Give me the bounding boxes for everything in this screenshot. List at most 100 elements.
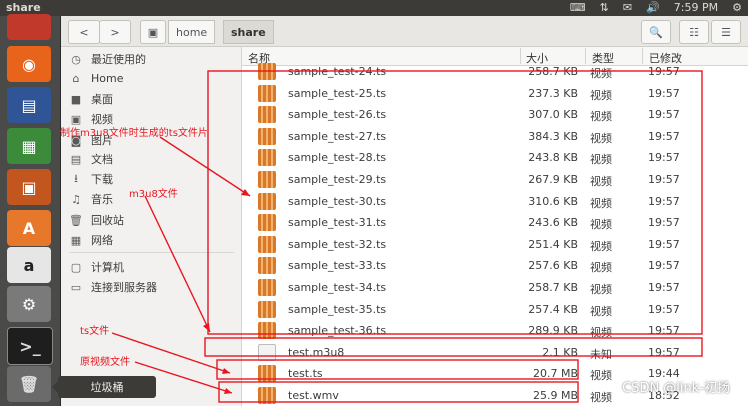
- network-icon[interactable]: ⇅: [600, 1, 609, 14]
- file-modified: 19:57: [648, 324, 680, 338]
- file-row[interactable]: sample_test-35.ts 257.4 KB 视频 19:57: [242, 299, 748, 320]
- file-modified: 19:57: [648, 151, 680, 165]
- impress-icon[interactable]: ▣: [7, 169, 51, 205]
- software-center-icon[interactable]: A: [7, 210, 51, 246]
- top-panel: share ⌨ ⇅ ✉ 🔊 7:59 PM ⚙: [0, 0, 748, 16]
- sidebar-item-connect-server[interactable]: ▭ 连接到服务器: [69, 278, 157, 296]
- file-type: 视频: [590, 218, 612, 232]
- menu-icon[interactable]: ☰: [711, 20, 741, 44]
- mail-icon[interactable]: ✉: [623, 1, 632, 14]
- document-icon: ▤: [70, 152, 82, 166]
- window-title: share: [6, 1, 41, 14]
- file-type: 视频: [590, 391, 612, 404]
- file-type: 视频: [590, 110, 612, 124]
- clock-icon: ◷: [71, 52, 81, 66]
- sidebar-item-label: 音乐: [91, 193, 113, 206]
- file-type: 视频: [590, 283, 612, 296]
- keyboard-icon[interactable]: ⌨: [570, 1, 586, 14]
- file-size: 257.4 KB: [528, 302, 578, 316]
- terminal-icon[interactable]: >_: [7, 327, 53, 365]
- file-size: 237.3 KB: [528, 86, 578, 100]
- trash-icon: 🗑: [69, 213, 83, 227]
- file-size: 307.0 KB: [528, 108, 578, 122]
- file-row[interactable]: sample_test-33.ts 257.6 KB 视频 19:57: [242, 255, 748, 276]
- breadcrumb-home[interactable]: home: [168, 20, 216, 44]
- sidebar-item-network[interactable]: ▦ 网络: [69, 231, 113, 249]
- file-type: 未知: [590, 347, 612, 361]
- file-type: 视频: [590, 88, 612, 102]
- file-row[interactable]: sample_test-36.ts 289.9 KB 视频 19:57: [242, 320, 748, 341]
- file-row[interactable]: sample_test-34.ts 258.7 KB 视频 19:57: [242, 277, 748, 298]
- annotation-ts-file: ts文件: [80, 326, 110, 337]
- file-type: 视频: [590, 326, 612, 340]
- file-size: 384.3 KB: [528, 129, 578, 143]
- file-row[interactable]: test.m3u8 2.1 KB 未知 19:57: [242, 342, 748, 363]
- file-row[interactable]: sample_test-31.ts 243.6 KB 视频 19:57: [242, 212, 748, 233]
- video-file-icon: [258, 387, 276, 404]
- sidebar-item-label: 回收站: [91, 214, 124, 227]
- sidebar-item-label: Home: [91, 71, 124, 85]
- sidebar-item-label: 计算机: [91, 261, 124, 274]
- file-row[interactable]: sample_test-28.ts 243.8 KB 视频 19:57: [242, 147, 748, 168]
- sidebar-item-music[interactable]: ♫ 音乐: [69, 190, 113, 208]
- sidebar-item-desktop[interactable]: ■ 桌面: [69, 90, 113, 108]
- dash-icon[interactable]: [7, 14, 51, 40]
- location-toggle-icon[interactable]: ▣: [140, 20, 166, 44]
- amazon-icon[interactable]: a: [7, 247, 51, 283]
- power-icon[interactable]: ⚙: [732, 1, 742, 14]
- sidebar-item-trash[interactable]: 🗑 回收站: [69, 211, 124, 229]
- file-type: 视频: [590, 261, 612, 275]
- trash-launcher-icon[interactable]: 🗑: [7, 366, 51, 402]
- video-file-icon: [258, 365, 276, 383]
- breadcrumb-share[interactable]: share: [223, 20, 274, 44]
- list-view-icon[interactable]: ☷: [679, 20, 709, 44]
- file-row[interactable]: sample_test-24.ts 258.7 KB 视频 19:57: [242, 61, 748, 82]
- file-row[interactable]: sample_test-25.ts 237.3 KB 视频 19:57: [242, 83, 748, 104]
- file-name: sample_test-34.ts: [288, 281, 387, 294]
- file-name: sample_test-33.ts: [288, 259, 387, 273]
- sidebar-divider: [69, 252, 234, 253]
- file-row[interactable]: sample_test-29.ts 267.9 KB 视频 19:57: [242, 169, 748, 190]
- file-modified: 19:57: [648, 194, 680, 208]
- sidebar-item-label: 下载: [91, 173, 113, 186]
- file-row[interactable]: sample_test-30.ts 310.6 KB 视频 19:57: [242, 191, 748, 212]
- sidebar-item-computer[interactable]: ▢ 计算机: [69, 258, 124, 276]
- video-file-icon: [258, 257, 276, 275]
- file-row[interactable]: sample_test-26.ts 307.0 KB 视频 19:57: [242, 104, 748, 125]
- clock-text[interactable]: 7:59 PM: [674, 1, 718, 14]
- system-tray: ⌨ ⇅ ✉ 🔊 7:59 PM ⚙: [570, 1, 742, 14]
- file-row[interactable]: sample_test-32.ts 251.4 KB 视频 19:57: [242, 234, 748, 255]
- settings-icon[interactable]: ⚙: [7, 286, 51, 322]
- computer-icon: ▢: [70, 260, 82, 274]
- file-size: 243.8 KB: [528, 151, 578, 165]
- sidebar-item-label: 连接到服务器: [91, 281, 157, 294]
- annotation-source-video: 原视频文件: [80, 357, 130, 368]
- file-name: sample_test-31.ts: [288, 216, 387, 230]
- file-modified: 19:57: [648, 65, 680, 78]
- desktop-icon: ■: [70, 92, 82, 106]
- file-row[interactable]: sample_test-27.ts 384.3 KB 视频 19:57: [242, 126, 748, 147]
- calc-icon[interactable]: ▦: [7, 128, 51, 164]
- firefox-icon[interactable]: ◉: [7, 46, 51, 82]
- file-name: sample_test-30.ts: [288, 194, 387, 208]
- volume-icon[interactable]: 🔊: [646, 1, 660, 14]
- sidebar-item-downloads[interactable]: ⭳ 下载: [69, 170, 113, 188]
- annotation-m3u8: m3u8文件: [129, 189, 178, 200]
- sidebar-item-recent[interactable]: ◷ 最近使用的: [69, 50, 146, 68]
- file-name: test.wmv: [288, 389, 339, 402]
- writer-icon[interactable]: ▤: [7, 87, 51, 123]
- back-button[interactable]: <: [68, 20, 100, 44]
- sidebar-item-label: 文档: [91, 153, 113, 166]
- forward-button[interactable]: >: [99, 20, 131, 44]
- file-modified: 19:57: [648, 216, 680, 230]
- file-name: sample_test-28.ts: [288, 151, 387, 165]
- video-file-icon: [258, 235, 276, 253]
- file-name: sample_test-26.ts: [288, 108, 387, 122]
- sidebar-item-home[interactable]: ⌂ Home: [69, 69, 124, 87]
- file-type: 视频: [590, 67, 612, 80]
- sidebar-item-documents[interactable]: ▤ 文档: [69, 150, 113, 168]
- search-icon[interactable]: 🔍: [641, 20, 671, 44]
- download-icon: ⭳: [74, 171, 78, 185]
- file-type: 视频: [590, 369, 612, 383]
- server-icon: ▭: [70, 280, 82, 294]
